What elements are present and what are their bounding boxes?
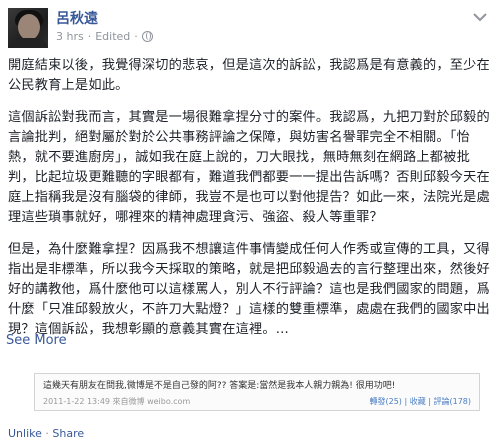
shared-weibo-screenshot[interactable]: 這幾天有朋友在問我,微博是不是自己發的阿?? 答案是:當然是我本人親力親為! 很… bbox=[34, 373, 480, 411]
post-paragraph: 但是，為什麼難拿捏？因爲我不想讓這件事情變成任何人作秀或宣傳的工具，又得指出是非… bbox=[8, 242, 490, 337]
weibo-timestamp: 2011-1-22 13:49 來自微博 weibo.com bbox=[43, 397, 191, 406]
weibo-text: 這幾天有朋友在問我,微博是不是自己發的阿?? 答案是:當然是我本人親力親為! 很… bbox=[43, 381, 396, 391]
unlike-link[interactable]: Unlike bbox=[8, 427, 42, 440]
meta-separator: · bbox=[87, 30, 92, 43]
post-actions: Unlike · Share bbox=[8, 427, 84, 440]
post-body: 開庭結束以後，我覺得深切的悲哀，但是這次的訴訟，我認爲是有意義的，至少在公民教育… bbox=[8, 56, 490, 352]
author-name[interactable]: 呂秋遠 bbox=[56, 8, 98, 28]
actions-separator: · bbox=[45, 427, 49, 440]
post-time[interactable]: 3 hrs bbox=[56, 30, 84, 43]
weibo-actions: 轉發(25) | 收藏 | 評論(178) bbox=[369, 397, 472, 406]
avatar[interactable] bbox=[8, 8, 48, 48]
facebook-post: 呂秋遠 3 hrs · Edited · 開庭結束以後，我覺得深切的悲哀，但是這… bbox=[0, 0, 496, 446]
share-link[interactable]: Share bbox=[52, 427, 84, 440]
post-paragraph: 開庭結束以後，我覺得深切的悲哀，但是這次的訴訟，我認爲是有意義的，至少在公民教育… bbox=[8, 58, 490, 93]
post-paragraph: 這個訴訟對我而言，其實是一場很難拿捏分寸的案件。我認爲，九把刀對於邱毅的言論批判… bbox=[8, 110, 490, 225]
globe-icon[interactable] bbox=[141, 31, 153, 42]
chevron-down-icon[interactable] bbox=[473, 12, 487, 22]
meta-separator: · bbox=[134, 30, 138, 43]
see-more-link[interactable]: See More bbox=[6, 333, 67, 348]
edited-label[interactable]: Edited bbox=[95, 30, 130, 43]
post-meta: 3 hrs · Edited · bbox=[56, 30, 153, 43]
